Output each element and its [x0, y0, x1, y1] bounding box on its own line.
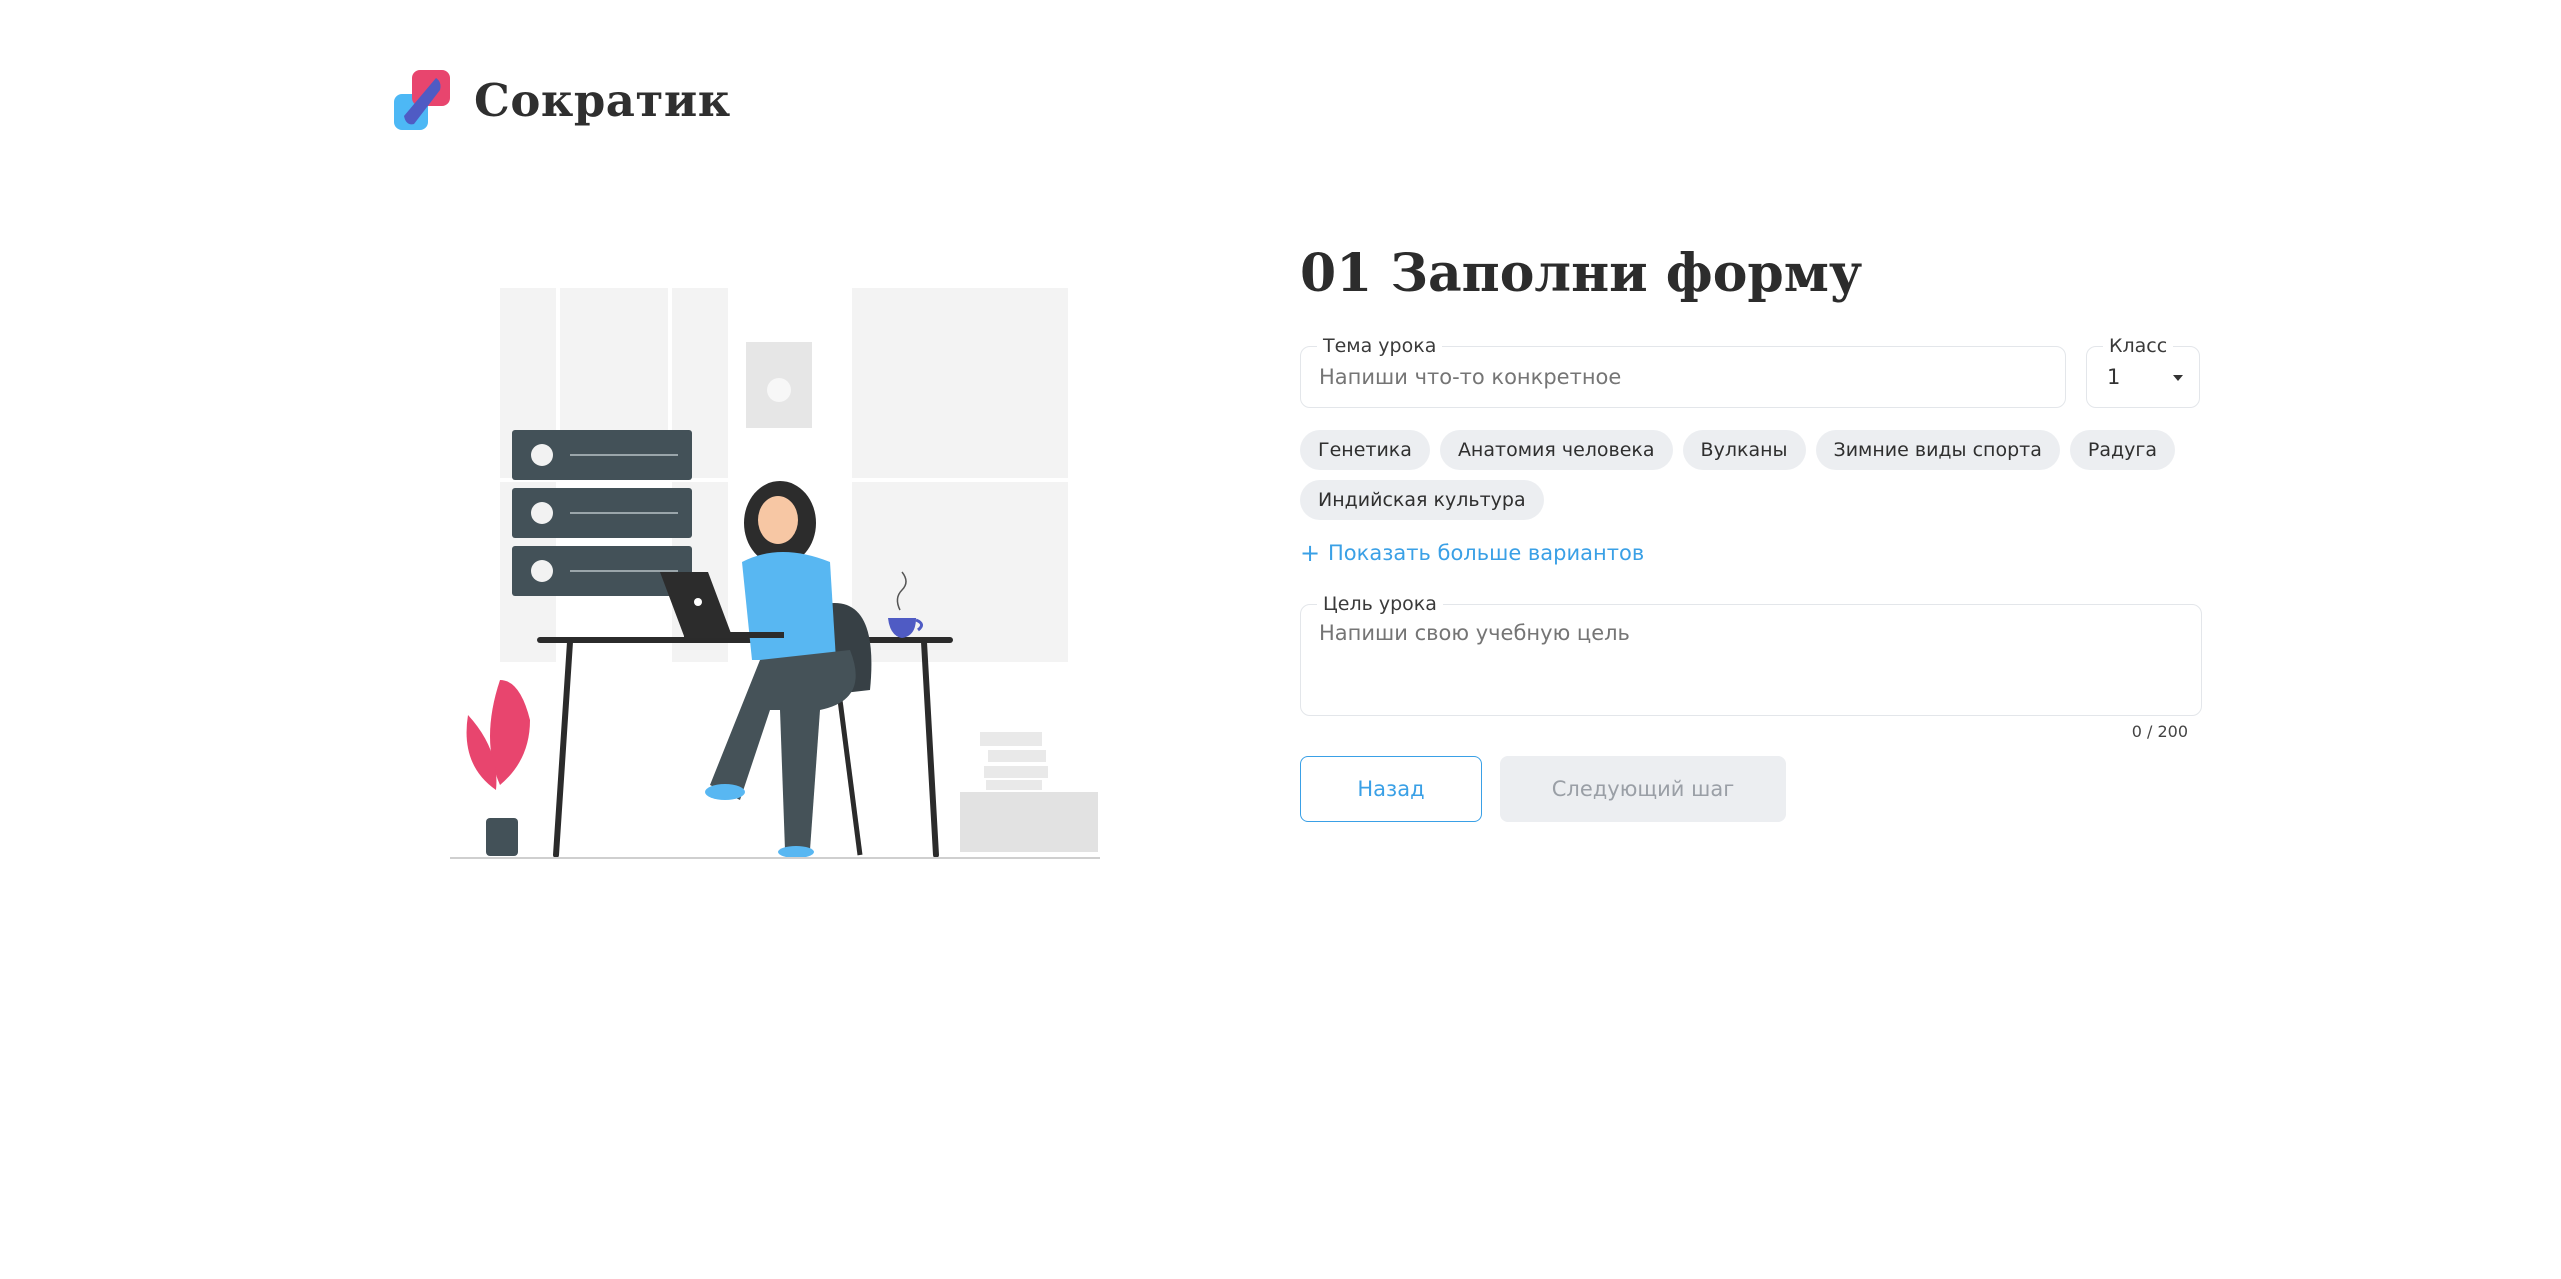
goal-textarea[interactable] — [1319, 621, 2179, 691]
form-actions: Назад Следующий шаг — [1300, 756, 2200, 822]
window-right — [852, 288, 1068, 662]
suggestion-chip[interactable]: Вулканы — [1682, 430, 1806, 470]
topic-input[interactable] — [1319, 365, 2043, 389]
goal-field[interactable]: Цель урока — [1300, 593, 2202, 716]
plus-icon: + — [1300, 539, 1321, 567]
suggestion-chip[interactable]: Радуга — [2069, 430, 2175, 470]
suggestion-chip[interactable]: Индийская культура — [1300, 480, 1544, 520]
next-step-button[interactable]: Следующий шаг — [1500, 756, 1786, 822]
suggestion-chip[interactable]: Анатомия человека — [1439, 430, 1673, 470]
task-cards — [512, 430, 692, 596]
lesson-form: 01 Заполни форму Тема урока Класс 1 Гене… — [1300, 240, 2202, 822]
page: Сократик 01 Заполни форму Тема урока Нап… — [0, 0, 2561, 1279]
topic-label: Тема урока — [1317, 335, 1443, 357]
page-title: 01 Заполни форму — [1300, 243, 1863, 304]
topic-row: Тема урока Класс 1 — [1300, 335, 2200, 408]
workspace-illustration — [450, 288, 1100, 859]
sokratik-logo-icon — [394, 70, 450, 130]
plant — [466, 680, 530, 856]
logo[interactable]: Сократик — [390, 68, 731, 132]
show-more-button[interactable]: + Показать больше вариантов — [1300, 538, 2200, 568]
grade-value: 1 — [2107, 365, 2121, 389]
brand-name: Сократик — [474, 73, 731, 127]
topic-suggestions: Генетика Анатомия человека Вулканы Зимни… — [1300, 430, 2200, 520]
suggestion-chip[interactable]: Генетика — [1300, 430, 1430, 470]
goal-label: Цель урока — [1317, 593, 1443, 615]
back-button[interactable]: Назад — [1300, 756, 1482, 822]
grade-label: Класс — [2103, 335, 2174, 357]
grade-select[interactable]: Класс 1 — [2086, 335, 2200, 408]
storage-boxes — [960, 732, 1098, 852]
goal-char-counter: 0 / 200 — [2131, 722, 2188, 741]
show-more-label: Показать больше вариантов — [1328, 541, 1645, 565]
chevron-down-icon — [2173, 375, 2183, 381]
topic-field[interactable]: Тема урока — [1300, 335, 2066, 408]
suggestion-chip[interactable]: Зимние виды спорта — [1815, 430, 2060, 470]
